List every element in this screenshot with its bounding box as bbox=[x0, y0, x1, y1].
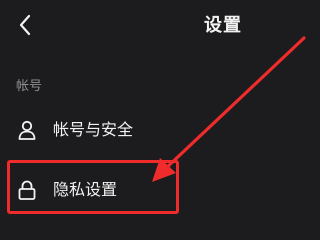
navigation-bar: 设置 bbox=[0, 0, 320, 54]
back-button[interactable] bbox=[8, 8, 42, 42]
person-icon bbox=[16, 119, 38, 141]
account-security-item[interactable]: 帐号与安全 bbox=[0, 108, 320, 152]
chevron-left-icon bbox=[19, 14, 31, 36]
settings-screen: 设置 帐号 帐号与安全 隐私设置 bbox=[0, 0, 320, 240]
page-title: 设置 bbox=[204, 15, 242, 36]
privacy-settings-item[interactable]: 隐私设置 bbox=[0, 168, 320, 212]
section-header-account: 帐号 bbox=[16, 79, 43, 94]
privacy-settings-label: 隐私设置 bbox=[53, 180, 118, 199]
account-security-label: 帐号与安全 bbox=[53, 120, 134, 139]
lock-icon bbox=[16, 179, 38, 201]
